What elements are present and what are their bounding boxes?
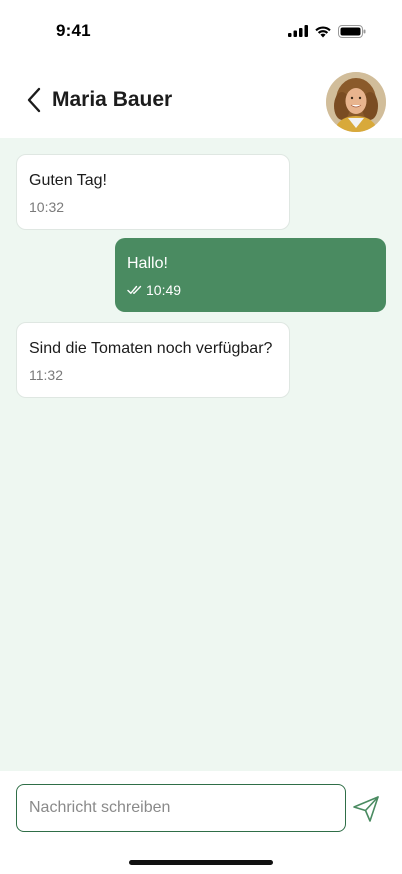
message-bubble-incoming[interactable]: Guten Tag! 10:32 — [16, 154, 290, 230]
home-indicator — [129, 860, 273, 865]
chevron-left-icon — [27, 87, 41, 113]
chat-header: Maria Bauer — [0, 62, 402, 138]
message-bubble-incoming[interactable]: Sind die Tomaten noch verfügbar? 11:32 — [16, 322, 290, 398]
message-input[interactable] — [16, 784, 346, 832]
battery-icon — [338, 24, 366, 38]
paper-plane-icon — [353, 796, 379, 822]
wifi-icon — [315, 25, 331, 37]
message-time: 10:49 — [127, 280, 374, 300]
message-time-text: 11:32 — [29, 367, 63, 383]
contact-name[interactable]: Maria Bauer — [52, 88, 172, 112]
message-text: Guten Tag! — [29, 172, 107, 189]
message-text: Hallo! — [127, 255, 168, 272]
message-time-text: 10:49 — [146, 282, 182, 298]
chat-area[interactable]: Guten Tag! 10:32 Hallo! 10:49 Sind die T… — [0, 138, 402, 771]
double-check-icon — [127, 285, 142, 294]
message-text: Sind die Tomaten noch verfügbar? — [29, 340, 273, 357]
back-button[interactable] — [12, 78, 56, 122]
cellular-signal-icon — [288, 25, 308, 37]
status-icons — [288, 24, 366, 38]
avatar[interactable] — [326, 72, 386, 132]
status-bar: 9:41 — [0, 0, 402, 62]
avatar-photo — [326, 72, 386, 132]
status-time: 9:41 — [56, 21, 91, 40]
message-time: 10:32 — [29, 197, 277, 217]
message-time: 11:32 — [29, 365, 277, 385]
message-time-text: 10:32 — [29, 199, 65, 215]
message-composer — [0, 771, 402, 874]
send-button[interactable] — [348, 791, 384, 827]
message-bubble-outgoing[interactable]: Hallo! 10:49 — [115, 238, 386, 312]
